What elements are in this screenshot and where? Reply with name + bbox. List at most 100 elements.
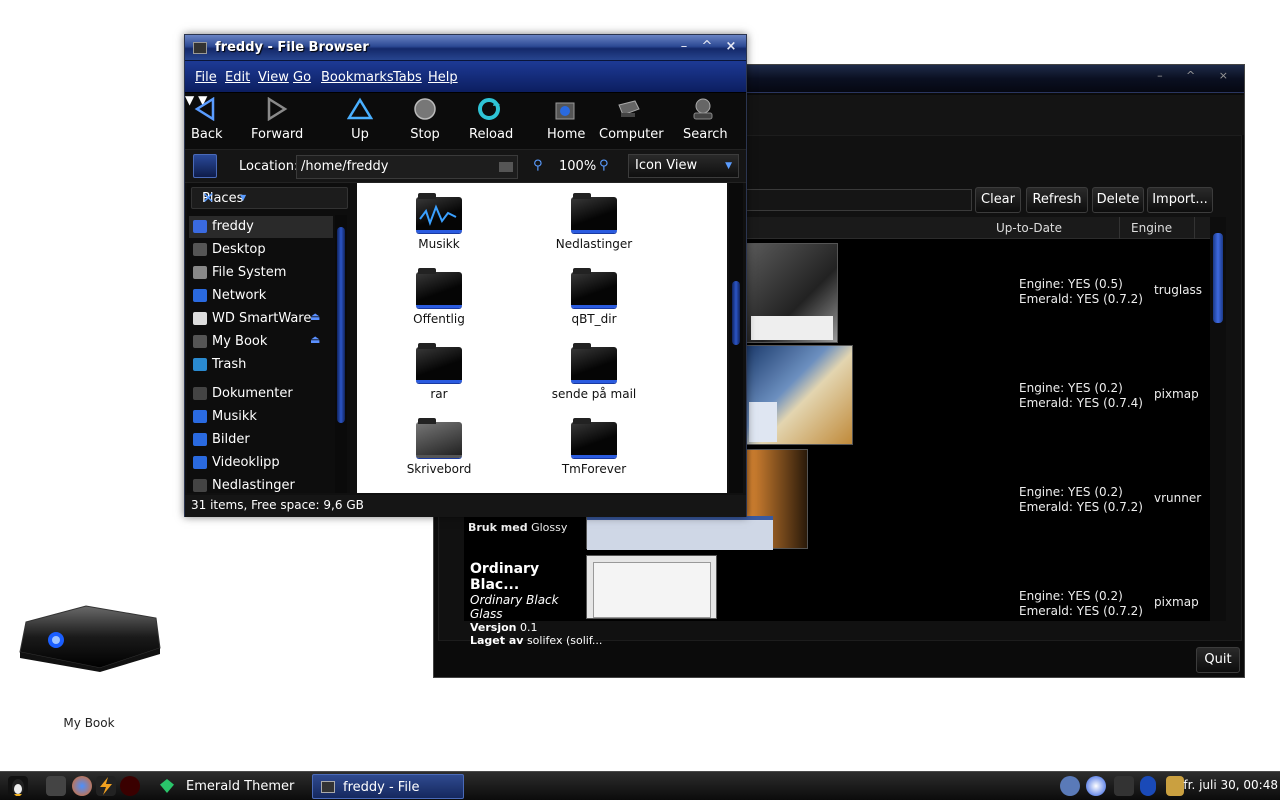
menu-go[interactable]: Go — [293, 70, 311, 85]
zoom-in-icon[interactable]: ⚲ — [599, 158, 609, 173]
sidebar-item-network[interactable]: Network — [189, 285, 333, 307]
location-input[interactable]: /home/freddy — [296, 155, 518, 179]
forward-button[interactable]: Forward — [251, 96, 303, 142]
menu-help[interactable]: Help — [428, 70, 458, 85]
clear-location-icon[interactable] — [499, 162, 513, 172]
firefox-icon[interactable] — [72, 776, 92, 796]
show-desktop-icon[interactable] — [46, 776, 66, 796]
file-item[interactable]: qBT_dir — [534, 268, 654, 326]
up-button[interactable]: Up — [345, 97, 375, 142]
menu-bookmarks[interactable]: Bookmarks — [321, 70, 394, 85]
file-item[interactable]: rar — [379, 343, 499, 401]
scrollbar-thumb[interactable] — [732, 281, 740, 345]
column-engine[interactable]: Engine — [1131, 221, 1172, 235]
theme-list-scrollbar[interactable] — [1210, 217, 1226, 621]
theme-details: Ordinary Blac... Ordinary Black Glass Ve… — [470, 561, 603, 647]
file-item[interactable]: sende på mail — [534, 343, 654, 401]
sidebar-item-label: freddy — [212, 219, 254, 234]
sidebar-item-label: My Book — [212, 334, 268, 349]
nedlastinger-icon — [193, 479, 207, 492]
refresh-button[interactable]: Refresh — [1026, 187, 1088, 213]
reload-button[interactable]: Reload — [469, 97, 513, 142]
sidebar-scrollbar[interactable] — [335, 215, 347, 493]
menu-view[interactable]: View — [258, 70, 289, 85]
delete-button[interactable]: Delete — [1092, 187, 1144, 213]
clear-button[interactable]: Clear — [975, 187, 1021, 213]
minimize-icon[interactable]: – — [676, 38, 692, 56]
network-tray-icon[interactable] — [1086, 776, 1106, 796]
file-item-label: Skrivebord — [406, 462, 472, 476]
file-view[interactable]: Musikk Nedlastinger Offentlig qBT_dirrar sen… — [357, 183, 727, 493]
sidebar-item-label: File System — [212, 265, 287, 280]
menubar: File Edit View Go Bookmarks Tabs Help — [185, 61, 746, 93]
file-item[interactable]: Skrivebord — [379, 418, 499, 476]
computer-button[interactable]: Computer — [599, 97, 664, 142]
sidebar-item-musikk[interactable]: Musikk — [189, 406, 333, 428]
taskbar-item-emerald-themer[interactable]: Emerald Themer 0.7.2 — [156, 774, 308, 799]
bluetooth-icon[interactable] — [1140, 776, 1156, 796]
menu-tabs[interactable]: Tabs — [393, 70, 422, 85]
external-drive-icon — [16, 600, 162, 672]
eject-icon[interactable]: ⏏ — [310, 333, 320, 346]
sidebar-item-videoklipp[interactable]: Videoklipp — [189, 452, 333, 474]
computer-icon — [615, 97, 641, 121]
lock-icon[interactable] — [1166, 776, 1184, 796]
scrollbar-thumb[interactable] — [1213, 233, 1223, 323]
theme-used-with: Bruk med Glossy — [468, 521, 568, 534]
sidebar-item-wd-smartware[interactable]: WD SmartWare ⏏ — [189, 308, 333, 330]
stop-button[interactable]: Stop — [409, 97, 441, 142]
import-button[interactable]: Import... — [1147, 187, 1213, 213]
theme-search-input[interactable] — [734, 189, 972, 211]
folder-icon — [571, 343, 617, 383]
taskbar-item-file-browser[interactable]: freddy - File Browser — [312, 774, 464, 799]
qbittorrent-tray-icon[interactable] — [1060, 776, 1080, 796]
home-button[interactable]: Home — [547, 97, 585, 142]
close-icon[interactable]: × — [723, 38, 739, 56]
file-browser-titlebar[interactable]: freddy - File Browser – ^ × — [185, 35, 746, 61]
themer-window-controls[interactable]: – ^ × — [1157, 69, 1238, 82]
back-button[interactable]: Back — [191, 96, 223, 142]
sidebar-item-nedlastinger[interactable]: Nedlastinger — [189, 475, 333, 497]
sidebar-item-desktop[interactable]: Desktop — [189, 239, 333, 261]
sidebar-item-my-book[interactable]: My Book ⏏ — [189, 331, 333, 353]
sidebar-item-freddy[interactable]: freddy — [189, 216, 333, 238]
column-up-to-date[interactable]: Up-to-Date — [996, 221, 1062, 235]
file-item[interactable]: Offentlig — [379, 268, 499, 326]
quit-button[interactable]: Quit — [1196, 647, 1240, 673]
eject-icon[interactable]: ⏏ — [310, 310, 320, 323]
file-item[interactable]: Musikk — [379, 193, 499, 251]
file-item[interactable]: Nedlastinger — [534, 193, 654, 251]
file-item-label: Offentlig — [413, 312, 465, 326]
sidebar-item-file-system[interactable]: File System — [189, 262, 333, 284]
folder-icon — [416, 343, 462, 383]
freddy-icon — [193, 220, 207, 233]
music-folder-icon — [416, 193, 462, 233]
theme-preview-image — [746, 345, 853, 445]
close-sidebar-icon[interactable]: ✕ — [202, 189, 341, 207]
clock[interactable]: fr. juli 30, 00:48 — [1183, 778, 1278, 792]
media-player-icon[interactable] — [120, 776, 140, 796]
location-toggle-icon[interactable] — [193, 154, 217, 178]
places-dropdown[interactable]: Places ▼ ✕ — [191, 187, 348, 209]
display-tray-icon[interactable] — [1114, 776, 1134, 796]
menu-edit[interactable]: Edit — [225, 70, 250, 85]
file-system-icon — [193, 266, 207, 279]
desktop-icon-label: My Book — [63, 716, 115, 730]
maximize-icon[interactable]: ^ — [699, 38, 715, 56]
zoom-out-icon[interactable]: ⚲ — [533, 158, 543, 173]
desktop-icon-my-book[interactable]: My Book — [14, 600, 164, 730]
theme-row[interactable]: Ordinary Blac... Ordinary Black Glass Ve… — [464, 553, 1199, 647]
up-arrow-icon — [346, 97, 374, 121]
sidebar-item-bilder[interactable]: Bilder — [189, 429, 333, 451]
file-view-scrollbar[interactable] — [729, 183, 743, 493]
menu-file[interactable]: File — [195, 70, 217, 85]
start-menu-icon[interactable] — [8, 776, 28, 796]
wd-smartware-icon — [193, 312, 207, 325]
sidebar-item-trash[interactable]: Trash — [189, 354, 333, 376]
view-mode-select[interactable]: Icon View ▼ — [628, 154, 739, 178]
sidebar-item-dokumenter[interactable]: Dokumenter — [189, 383, 333, 405]
scrollbar-thumb[interactable] — [337, 227, 345, 423]
file-item[interactable]: TmForever — [534, 418, 654, 476]
lightning-icon[interactable] — [96, 776, 116, 796]
search-button[interactable]: Search — [683, 97, 728, 142]
